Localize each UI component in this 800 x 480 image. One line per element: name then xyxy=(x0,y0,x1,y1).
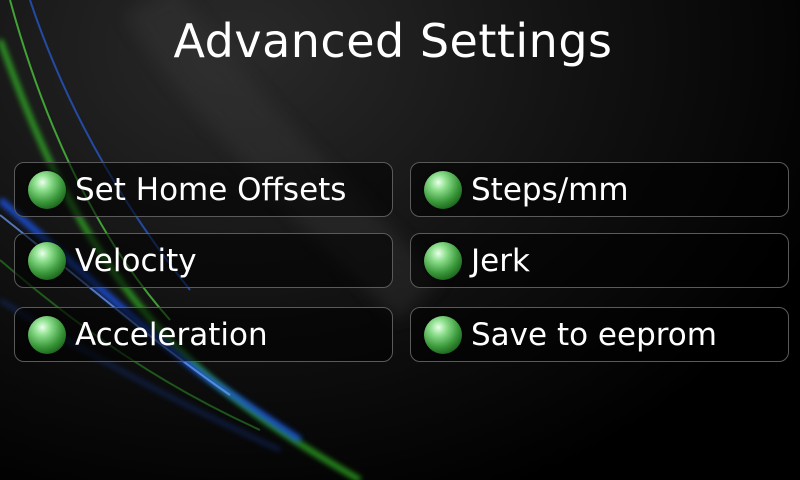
green-orb-icon xyxy=(424,241,462,280)
set-home-offsets-label: Set Home Offsets xyxy=(75,171,347,208)
green-orb-icon xyxy=(28,170,66,209)
steps-per-mm-label: Steps/mm xyxy=(471,171,629,208)
acceleration-button[interactable]: Acceleration xyxy=(14,307,393,362)
velocity-label: Velocity xyxy=(75,242,197,279)
acceleration-label: Acceleration xyxy=(75,316,268,353)
jerk-button[interactable]: Jerk xyxy=(410,233,789,288)
advanced-settings-screen: Advanced Settings Set Home Offsets Steps… xyxy=(0,0,800,480)
set-home-offsets-button[interactable]: Set Home Offsets xyxy=(14,162,393,217)
jerk-label: Jerk xyxy=(471,242,530,279)
green-orb-icon xyxy=(424,315,462,354)
steps-per-mm-button[interactable]: Steps/mm xyxy=(410,162,789,217)
green-orb-icon xyxy=(28,315,66,354)
green-orb-icon xyxy=(28,241,66,280)
green-orb-icon xyxy=(424,170,462,209)
save-to-eeprom-label: Save to eeprom xyxy=(471,316,717,353)
page-title: Advanced Settings xyxy=(173,14,613,68)
velocity-button[interactable]: Velocity xyxy=(14,233,393,288)
save-to-eeprom-button[interactable]: Save to eeprom xyxy=(410,307,789,362)
